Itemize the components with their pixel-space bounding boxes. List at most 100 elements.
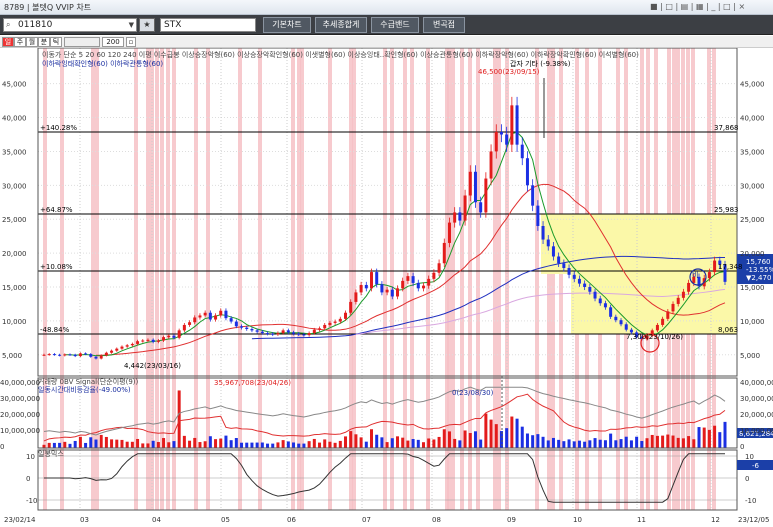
candle-body — [661, 318, 665, 325]
candle-body — [193, 317, 197, 323]
candle-body — [505, 134, 509, 145]
candle-body — [515, 105, 519, 145]
candle-body — [624, 324, 628, 330]
candle-body — [224, 310, 228, 319]
candle-body — [125, 345, 129, 347]
candle-body — [240, 326, 244, 328]
candle-body — [619, 320, 623, 325]
candle-body — [681, 291, 685, 298]
candle-body — [104, 352, 108, 356]
price-tick-right: 15,000 — [740, 284, 765, 292]
volume-tick-left: 10,000,000 — [0, 427, 40, 435]
volume-bar — [94, 439, 98, 448]
price-tick-left: 40,000 — [2, 115, 27, 123]
period-list-box[interactable] — [64, 37, 100, 47]
candle-body — [99, 355, 103, 359]
volume-bar — [515, 418, 519, 448]
candle-body — [546, 239, 550, 247]
volume-bar — [536, 434, 540, 448]
bar-count-input[interactable]: 200 — [102, 37, 124, 47]
volume-bar — [52, 442, 56, 448]
candle-body — [557, 256, 561, 264]
candle-body — [354, 292, 358, 302]
volume-bar — [479, 439, 483, 448]
volume-bar — [229, 440, 233, 448]
volume-bar — [203, 441, 207, 448]
candle-body — [375, 272, 379, 285]
tab-trend[interactable]: 추세종합게 — [315, 17, 367, 33]
low-end-label: 7,300(23/10/26) — [626, 333, 683, 341]
volume-bar — [707, 429, 711, 448]
volume-bar — [546, 440, 550, 448]
tab-inflection[interactable]: 변곡점 — [423, 17, 465, 33]
period-tick-button[interactable]: 틱 — [50, 37, 62, 47]
candle-body — [395, 288, 399, 297]
candle-body — [614, 316, 618, 321]
candle-body — [489, 151, 493, 179]
price-tick-right: 20,000 — [740, 250, 765, 258]
candle-body — [442, 242, 446, 264]
period-month-button[interactable]: 월 — [26, 37, 38, 47]
tab-supply-band[interactable]: 수급밴드 — [371, 17, 419, 33]
volume-bar — [406, 440, 410, 448]
tab-basic-chart[interactable]: 기본차트 — [263, 17, 311, 33]
candle-body — [130, 343, 134, 346]
chevron-down-icon[interactable]: ▼ — [129, 19, 134, 31]
volume-bar — [68, 443, 72, 448]
volume-tick-right: 20,000,000 — [740, 411, 773, 419]
volume-bar — [713, 425, 717, 448]
volume-bar — [593, 438, 597, 448]
volume-bar — [681, 438, 685, 448]
volume-bar — [219, 438, 223, 448]
period-minute-button[interactable]: 분 — [38, 37, 50, 47]
volume-bar — [380, 437, 384, 448]
date-tick: 07 — [362, 516, 371, 524]
candle-body — [380, 284, 384, 293]
volume-bar — [110, 439, 114, 448]
window-controls[interactable]: ■ | □ | ▤ | ▦ | _ | □ | × — [650, 2, 745, 11]
candle-body — [136, 341, 140, 344]
box-zone-lower — [571, 274, 737, 334]
candle-body — [484, 178, 488, 213]
volume-bar — [193, 437, 197, 448]
period-day-button[interactable]: 일 — [2, 37, 14, 47]
volume-bar — [567, 439, 571, 448]
search-icon[interactable]: ⌕ — [6, 19, 10, 31]
stock-code-input[interactable]: ⌕ 011810 ▼ — [3, 18, 137, 32]
volume-bar — [328, 441, 332, 448]
price-tick-right: 35,000 — [740, 148, 765, 156]
level-1-value: 37,868 — [714, 124, 739, 132]
box-zone-upper — [541, 214, 737, 274]
candle-body — [421, 285, 425, 289]
volume-bar — [437, 436, 441, 448]
date-tick: 06 — [287, 516, 296, 524]
volume-bar — [224, 435, 228, 448]
candle-body — [307, 333, 311, 336]
candle-body — [172, 335, 176, 338]
candle-body — [713, 260, 717, 273]
candle-body — [151, 339, 155, 342]
volume-bar — [562, 441, 566, 448]
volume-bar — [619, 439, 623, 448]
candle-body — [203, 312, 207, 316]
candle-body — [349, 301, 353, 313]
price-chart[interactable]: 15,760 -13.55% ▼2,470 8,621,284 -6 +140.… — [0, 48, 773, 527]
volume-bar — [250, 442, 254, 448]
volume-bar — [551, 437, 555, 448]
candle-body — [401, 280, 405, 289]
price-tick-left: 20,000 — [2, 250, 27, 258]
chart-settings-button[interactable]: ▫ — [126, 37, 136, 47]
period-week-button[interactable]: 주 — [14, 37, 26, 47]
volume-bar — [661, 435, 665, 448]
volume-bar — [453, 438, 457, 448]
favorite-star-button[interactable]: ★ — [139, 18, 155, 32]
volume-tick-right: 30,000,000 — [740, 395, 773, 403]
candle-body — [463, 195, 467, 221]
candle-body — [447, 222, 451, 243]
candle-body — [245, 327, 249, 330]
candle-body — [318, 328, 322, 330]
candle-body — [281, 330, 285, 334]
volume-bar — [666, 434, 670, 448]
volume-bar — [104, 436, 108, 448]
candle-body — [338, 318, 342, 322]
